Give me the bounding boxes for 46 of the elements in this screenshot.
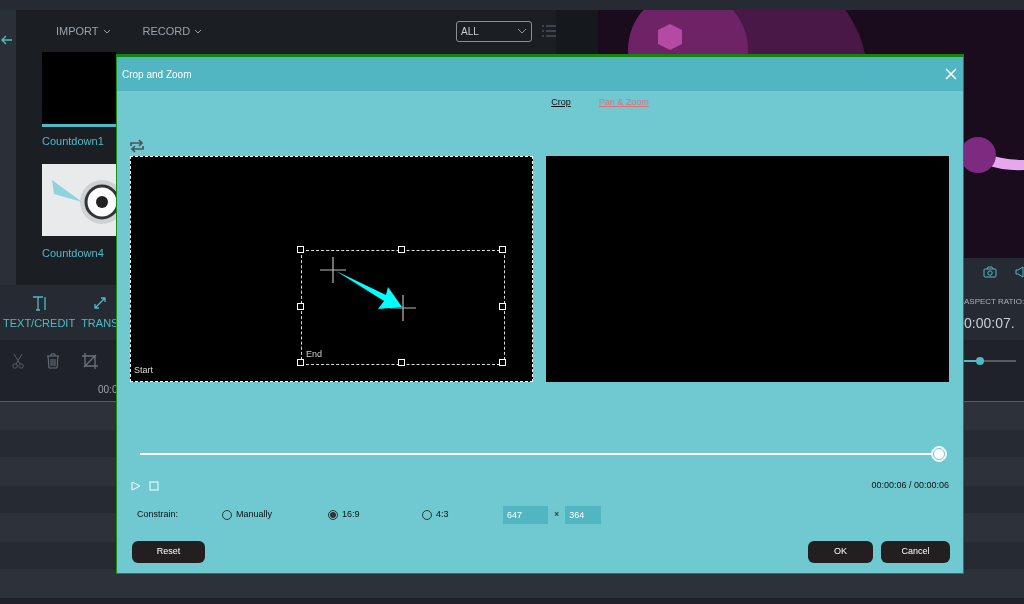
radio-option[interactable]: 4:3 xyxy=(422,508,503,522)
speaker-icon[interactable] xyxy=(1015,265,1024,278)
crosshair-icon xyxy=(320,257,346,283)
times-sign: × xyxy=(554,508,560,522)
radio-option[interactable]: Manually xyxy=(222,508,328,522)
swap-icon[interactable] xyxy=(129,138,145,153)
radio-option[interactable]: 16:9 xyxy=(328,508,422,522)
constrain-label: Constrain: xyxy=(137,508,180,522)
dialog-title: Crop and Zoom xyxy=(122,67,192,82)
menu-button[interactable]: RECORD xyxy=(142,22,203,40)
resize-handle[interactable] xyxy=(297,359,304,366)
zoom-slider[interactable] xyxy=(964,356,1016,366)
resize-handle[interactable] xyxy=(297,246,304,253)
caret-icon xyxy=(102,28,111,34)
text-icon xyxy=(31,295,48,311)
resize-handle[interactable] xyxy=(398,246,405,253)
crop-canvas[interactable]: Start End xyxy=(130,156,533,382)
aspect-ratio-label: ASPECT RATIO: xyxy=(964,296,1024,308)
clip-name[interactable]: Countdown1 xyxy=(42,133,116,150)
back-arrow-icon[interactable] xyxy=(0,34,14,45)
resize-handle[interactable] xyxy=(499,359,506,366)
camera-icon[interactable] xyxy=(983,265,997,278)
resize-handle[interactable] xyxy=(499,246,506,253)
clip-name[interactable]: Countdown4 xyxy=(42,244,116,261)
transition-icon xyxy=(91,295,108,311)
slider-thumb[interactable] xyxy=(975,357,984,365)
crosshair-icon xyxy=(390,295,416,321)
crop-icon[interactable] xyxy=(82,353,98,369)
tool-button[interactable]: TEXT/CREDIT xyxy=(0,285,79,332)
resize-handle[interactable] xyxy=(398,359,405,366)
resize-handle[interactable] xyxy=(297,302,304,310)
resize-handle[interactable] xyxy=(499,302,506,310)
trash-icon[interactable] xyxy=(46,353,60,369)
time-display: 00:00:06 / 00:00:06 xyxy=(871,479,949,493)
filter-dropdown[interactable]: ALL xyxy=(456,20,532,42)
tab[interactable]: Crop xyxy=(551,96,571,110)
slider-thumb[interactable] xyxy=(931,446,947,462)
ok-button[interactable]: OK xyxy=(808,541,873,563)
reset-button[interactable]: Reset xyxy=(132,541,205,563)
timecode: 0:00:07. xyxy=(964,314,1016,333)
cancel-button[interactable]: Cancel xyxy=(881,541,950,563)
end-label: End xyxy=(306,347,322,361)
start-label: Start xyxy=(134,363,153,377)
menu-button[interactable]: IMPORT xyxy=(56,22,111,40)
caret-icon xyxy=(517,28,527,34)
caret-icon xyxy=(194,28,203,34)
